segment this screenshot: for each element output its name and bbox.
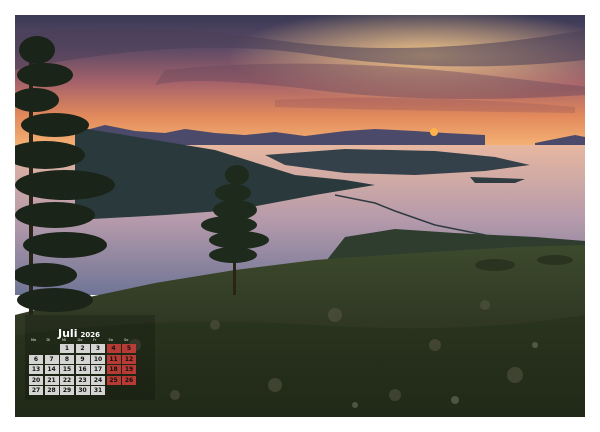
calendar-day: 12 bbox=[122, 354, 136, 364]
calendar-day: 10 bbox=[91, 354, 105, 364]
calendar-day: 30 bbox=[75, 386, 90, 395]
weekday-label: Di bbox=[46, 338, 51, 342]
calendar-day: 5 bbox=[122, 344, 136, 353]
calendar-day: 31 bbox=[91, 386, 105, 395]
calendar-day: 11 bbox=[106, 354, 121, 364]
weekday-label: Fr bbox=[93, 338, 97, 342]
calendar-day: 20 bbox=[29, 375, 43, 385]
calendar-day: 26 bbox=[122, 375, 136, 385]
calendar-day: 21 bbox=[44, 375, 59, 385]
calendar-day: 22 bbox=[60, 375, 74, 385]
calendar-day: 9 bbox=[75, 354, 90, 364]
calendar-day: 1 bbox=[60, 344, 74, 353]
weekday-label: Mi bbox=[62, 338, 66, 342]
calendar-day: 4 bbox=[106, 344, 121, 353]
calendar-day: 23 bbox=[75, 375, 90, 385]
calendar-day: 25 bbox=[106, 375, 121, 385]
calendar-page: Juli 2026 Mo Di Mi Do Fr Sa So 1 2 3 4 5 6 7 8 9 10 11 12 1… bbox=[0, 0, 600, 432]
weekday-label: So bbox=[124, 338, 129, 342]
calendar-day: 3 bbox=[91, 344, 105, 353]
calendar-day: 2 bbox=[75, 344, 90, 353]
calendar-header: Juli 2026 bbox=[58, 322, 100, 340]
calendar-day: 14 bbox=[44, 365, 59, 374]
weekday-label: Sa bbox=[108, 338, 113, 342]
weekday-label: Do bbox=[77, 338, 83, 342]
calendar-day: 16 bbox=[75, 365, 90, 374]
calendar-day: 8 bbox=[60, 354, 74, 364]
calendar-day: 29 bbox=[60, 386, 74, 395]
calendar-day: 28 bbox=[44, 386, 59, 395]
calendar-day: 13 bbox=[29, 365, 43, 374]
calendar-day: 27 bbox=[29, 386, 43, 395]
weekday-label: Mo bbox=[31, 338, 37, 342]
calendar-day: 7 bbox=[44, 354, 59, 364]
calendar-day: 24 bbox=[91, 375, 105, 385]
calendar-day: 15 bbox=[60, 365, 74, 374]
calendar-day: 17 bbox=[91, 365, 105, 374]
calendar-day: 19 bbox=[122, 365, 136, 374]
calendar-day: 6 bbox=[29, 354, 43, 364]
calendar-grid-block: Juli 2026 Mo Di Mi Do Fr Sa So 1 2 3 4 5 6 7 8 9 10 11 12 1… bbox=[29, 322, 139, 398]
calendar-day: 18 bbox=[106, 365, 121, 374]
